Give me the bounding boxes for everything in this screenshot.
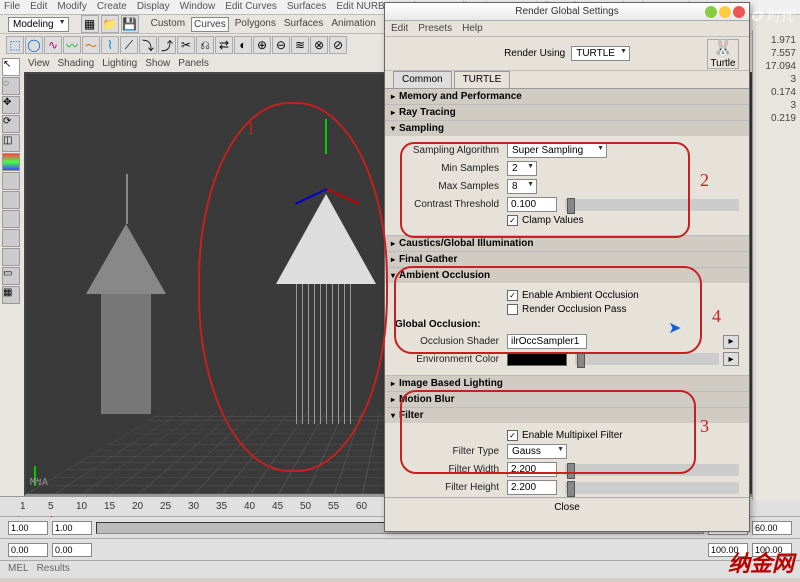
max-samples-dropdown[interactable]: 8	[507, 179, 537, 194]
rotate-tool-icon: ⟳	[2, 115, 20, 133]
open-icon[interactable]: 📁	[101, 15, 119, 33]
filter-width-field[interactable]	[507, 462, 557, 477]
enable-ao-checkbox[interactable]: ✓	[507, 290, 518, 301]
module-dropdown[interactable]: Modeling	[8, 17, 69, 32]
global-occlusion-header: Global Occlusion:	[395, 319, 739, 330]
watermark-icon: 纳金网	[728, 546, 794, 578]
watermark-top-icon: ✪ 时代	[750, 6, 794, 26]
tab-turtle[interactable]: TURTLE	[454, 71, 511, 88]
filter-height-slider[interactable]	[565, 482, 739, 494]
section-finalgather[interactable]: Final Gather	[385, 252, 749, 267]
maya-logo-icon: M↯A	[30, 477, 48, 488]
render-using-label: Render Using	[504, 48, 565, 59]
section-memory[interactable]: Memory and Performance	[385, 89, 749, 104]
single-view-icon: ▭	[2, 267, 20, 285]
select-tool-icon: ↖	[2, 58, 20, 76]
sampling-algo-dropdown[interactable]: Super Sampling	[507, 143, 607, 158]
minimize-icon[interactable]	[705, 6, 717, 18]
close-icon[interactable]	[733, 6, 745, 18]
command-line[interactable]: MELResults	[0, 560, 800, 578]
contrast-threshold-field[interactable]	[507, 197, 557, 212]
contrast-slider[interactable]	[565, 199, 739, 211]
section-ibl[interactable]: Image Based Lighting	[385, 376, 749, 391]
dialog-menu[interactable]: EditPresetsHelp	[385, 21, 749, 37]
dialog-title-text: Render Global Settings	[515, 6, 618, 17]
tower-model-2-selected	[276, 194, 376, 424]
maximize-icon[interactable]	[719, 6, 731, 18]
shader-connect-icon[interactable]: ▸	[723, 335, 739, 349]
section-raytracing[interactable]: Ray Tracing	[385, 105, 749, 120]
scale-tool-icon: ◫	[2, 134, 20, 152]
new-scene-icon[interactable]: ▦	[81, 15, 99, 33]
env-color-slider[interactable]	[575, 353, 719, 365]
turtle-logo-icon: 🐰 Turtle	[707, 39, 739, 69]
dialog-tabs[interactable]: Common TURTLE	[385, 71, 749, 89]
clamp-values-checkbox[interactable]: ✓	[507, 215, 518, 226]
enable-filter-checkbox[interactable]: ✓	[507, 430, 518, 441]
section-caustics[interactable]: Caustics/Global Illumination	[385, 236, 749, 251]
toolbox[interactable]: ↖ ◌ ✥ ⟳ ◫ ▭ ▦	[0, 56, 22, 496]
filter-type-dropdown[interactable]: Gauss	[507, 444, 567, 459]
move-tool-icon: ✥	[2, 96, 20, 114]
filter-height-field[interactable]	[507, 480, 557, 495]
renderer-dropdown[interactable]: TURTLE	[571, 46, 630, 61]
env-connect-icon[interactable]: ▸	[723, 352, 739, 366]
range-start-field[interactable]	[8, 521, 48, 535]
range-in-field[interactable]	[52, 521, 92, 535]
section-motionblur[interactable]: Motion Blur	[385, 392, 749, 407]
filter-width-slider[interactable]	[565, 464, 739, 476]
save-icon[interactable]: 💾	[121, 15, 139, 33]
min-samples-dropdown[interactable]: 2	[507, 161, 537, 176]
section-ao[interactable]: Ambient Occlusion	[385, 268, 749, 283]
tower-model-1	[86, 224, 166, 414]
channel-box[interactable]: 1.9717.55717.09430.17430.219	[752, 30, 800, 500]
section-sampling[interactable]: Sampling	[385, 121, 749, 136]
four-view-icon: ▦	[2, 286, 20, 304]
close-button[interactable]: Close	[554, 502, 580, 513]
dialog-titlebar[interactable]: Render Global Settings	[385, 3, 749, 21]
env-color-swatch[interactable]	[507, 353, 567, 366]
render-ao-pass-checkbox[interactable]	[507, 304, 518, 315]
occlusion-shader-field[interactable]	[507, 334, 587, 349]
tab-common[interactable]: Common	[393, 71, 452, 88]
render-settings-dialog: Render Global Settings EditPresetsHelp R…	[384, 2, 750, 532]
playback-controls[interactable]	[0, 538, 800, 560]
section-filter[interactable]: Filter	[385, 408, 749, 423]
range-end-field[interactable]	[752, 521, 792, 535]
lasso-tool-icon: ◌	[2, 77, 20, 95]
